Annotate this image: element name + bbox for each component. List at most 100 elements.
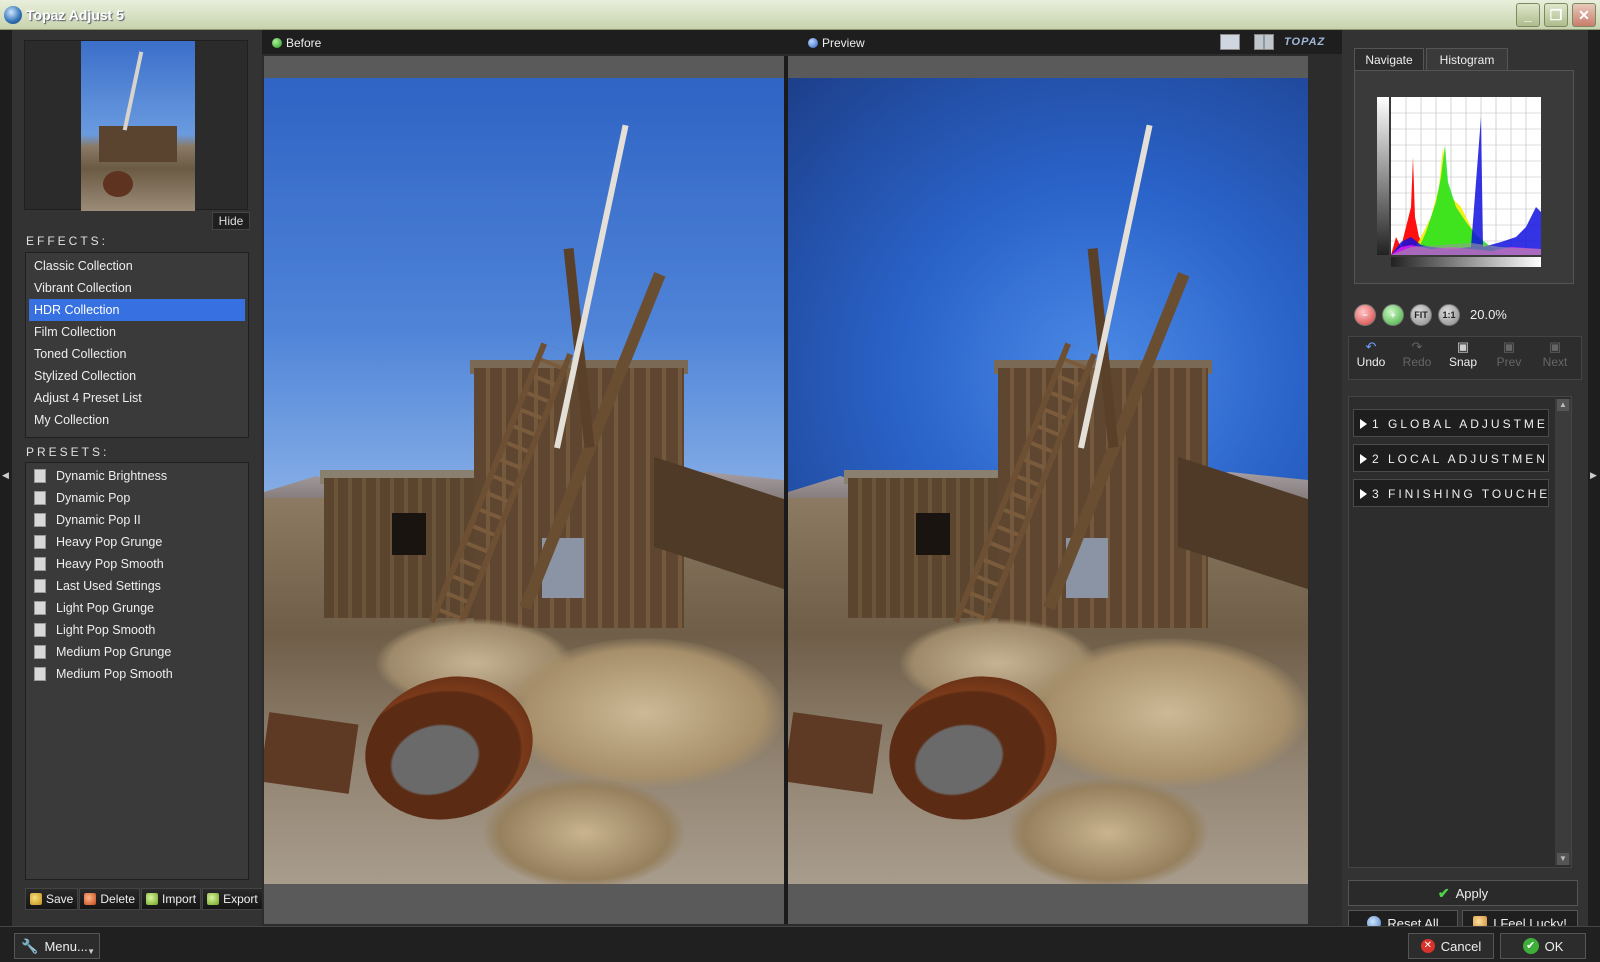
cancel-button[interactable]: ✕ Cancel <box>1408 933 1494 959</box>
preset-item[interactable]: Light Pop Smooth <box>26 619 248 641</box>
effect-item[interactable]: Adjust 4 Preset List <box>29 387 245 409</box>
adjustments-panel: 1 GLOBAL ADJUSTMENTS 2 LOCAL ADJUSTMENTS… <box>1348 396 1572 868</box>
preset-label: Light Pop Smooth <box>56 623 156 637</box>
preview-label: Preview <box>822 36 865 50</box>
local-adjustments-section[interactable]: 2 LOCAL ADJUSTMENTS <box>1353 444 1549 472</box>
before-pane[interactable] <box>264 56 784 924</box>
histogram <box>1377 97 1545 267</box>
preview-header: Before Preview TOPAZ <box>262 30 1342 54</box>
delete-preset-button[interactable]: Delete <box>79 888 141 910</box>
hide-thumbnail-button[interactable]: Hide <box>212 212 250 230</box>
thumbnail-box <box>24 40 248 211</box>
save-preset-button[interactable]: Save <box>25 888 79 910</box>
effect-item[interactable]: Film Collection <box>29 321 245 343</box>
collapse-right-icon: ▶ <box>1590 470 1597 480</box>
collapse-left-icon: ◀ <box>2 470 9 480</box>
histogram-graph <box>1391 97 1541 255</box>
preset-document-icon <box>34 513 46 527</box>
preset-item[interactable]: Last Used Settings <box>26 575 248 597</box>
undo-label: Undo <box>1356 355 1386 369</box>
export-preset-button[interactable]: Export <box>202 888 263 910</box>
preset-item[interactable]: Medium Pop Grunge <box>26 641 248 663</box>
histogram-horizontal-gradient <box>1391 257 1541 267</box>
cancel-label: Cancel <box>1440 938 1482 954</box>
preset-item[interactable]: Medium Pop Smooth <box>26 663 248 685</box>
preset-document-icon <box>34 491 46 505</box>
import-preset-button[interactable]: Import <box>141 888 202 910</box>
scroll-down-icon[interactable]: ▼ <box>1557 853 1569 865</box>
preset-item[interactable]: Dynamic Brightness <box>26 465 248 487</box>
preset-document-icon <box>34 469 46 483</box>
next-button[interactable]: ▣ Next <box>1533 339 1577 369</box>
zoom-actual-size-icon[interactable]: 1:1 <box>1438 304 1460 326</box>
preset-label: Heavy Pop Grunge <box>56 535 163 549</box>
effect-item[interactable]: Stylized Collection <box>29 365 245 387</box>
right-panel-collapse[interactable]: ▶ <box>1588 30 1600 926</box>
effects-heading: EFFECTS: <box>26 234 109 248</box>
preset-item[interactable]: Heavy Pop Smooth <box>26 553 248 575</box>
before-indicator-icon <box>272 38 282 48</box>
menu-label: Menu... <box>44 938 88 954</box>
preview-area: Before Preview TOPAZ <box>262 30 1342 926</box>
tab-histogram[interactable]: Histogram <box>1426 48 1508 70</box>
global-adjustments-section[interactable]: 1 GLOBAL ADJUSTMENTS <box>1353 409 1549 437</box>
minimize-button[interactable]: _ <box>1516 3 1540 27</box>
effect-item[interactable]: Toned Collection <box>29 343 245 365</box>
zoom-in-icon[interactable]: + <box>1382 304 1404 326</box>
title-bar: Topaz Adjust 5 _ ❐ ✕ <box>0 0 1600 30</box>
delete-preset-label: Delete <box>100 892 136 906</box>
single-view-icon[interactable] <box>1220 34 1240 50</box>
close-button[interactable]: ✕ <box>1572 3 1596 27</box>
preset-button-bar: Save Delete Import Export <box>25 888 263 910</box>
history-toolbar: ↶ Undo ↷ Redo ▣ Snap ▣ Prev ▣ Next <box>1348 336 1582 380</box>
preset-item[interactable]: Heavy Pop Grunge <box>26 531 248 553</box>
maximize-button[interactable]: ❐ <box>1544 3 1568 27</box>
ok-check-icon: ✔ <box>1522 938 1539 954</box>
ok-button[interactable]: ✔ OK <box>1500 933 1586 959</box>
effect-item[interactable]: Vibrant Collection <box>29 277 245 299</box>
effect-item[interactable]: HDR Collection <box>29 299 245 321</box>
before-image[interactable] <box>264 78 784 884</box>
preset-document-icon <box>34 535 46 549</box>
zoom-out-icon[interactable]: − <box>1354 304 1376 326</box>
import-icon <box>146 893 159 905</box>
topaz-app-icon <box>4 6 22 24</box>
window-title: Topaz Adjust 5 <box>26 7 124 23</box>
effect-item[interactable]: My Collection <box>29 409 245 431</box>
next-icon: ▣ <box>1548 339 1562 354</box>
expand-arrow-icon <box>1360 489 1367 499</box>
apply-button[interactable]: ✔ Apply <box>1348 880 1578 906</box>
adjustments-scrollbar[interactable]: ▲ ▼ <box>1555 399 1571 865</box>
tab-navigate[interactable]: Navigate <box>1354 48 1424 70</box>
navigator-tabs: Navigate Histogram <box>1354 48 1574 284</box>
menu-button[interactable]: 🔧 Menu... ▼ <box>14 933 100 959</box>
global-adjustments-label: 1 GLOBAL ADJUSTMENTS <box>1372 417 1548 431</box>
preset-item[interactable]: Dynamic Pop II <box>26 509 248 531</box>
finishing-touches-section[interactable]: 3 FINISHING TOUCHES <box>1353 479 1549 507</box>
scroll-up-icon[interactable]: ▲ <box>1557 399 1569 411</box>
local-adjustments-label: 2 LOCAL ADJUSTMENTS <box>1372 452 1548 466</box>
preset-label: Dynamic Pop II <box>56 513 141 527</box>
checkmark-icon: ✔ <box>1437 884 1450 901</box>
snap-button[interactable]: ▣ Snap <box>1441 340 1485 369</box>
chevron-down-icon: ▼ <box>87 947 95 956</box>
zoom-controls: − + FIT 1:1 20.0% <box>1348 302 1582 328</box>
left-panel-collapse[interactable]: ◀ <box>0 30 12 926</box>
before-tab[interactable]: Before <box>266 33 321 53</box>
right-panel: Navigate Histogram − + FIT 1:1 20.0% ↶ U… <box>1342 30 1588 936</box>
preview-tab[interactable]: Preview <box>802 33 865 53</box>
prev-button[interactable]: ▣ Prev <box>1487 340 1531 369</box>
preset-label: Medium Pop Grunge <box>56 645 172 659</box>
histogram-panel <box>1354 70 1574 284</box>
preview-image[interactable] <box>788 78 1308 884</box>
undo-button[interactable]: ↶ Undo <box>1349 339 1393 369</box>
redo-button[interactable]: ↷ Redo <box>1395 340 1439 369</box>
preset-item[interactable]: Dynamic Pop <box>26 487 248 509</box>
split-view-icon[interactable] <box>1254 34 1274 50</box>
preset-document-icon <box>34 557 46 571</box>
zoom-fit-icon[interactable]: FIT <box>1410 304 1432 326</box>
undo-icon: ↶ <box>1365 339 1377 354</box>
preset-item[interactable]: Light Pop Grunge <box>26 597 248 619</box>
effect-item[interactable]: Classic Collection <box>29 255 245 277</box>
preview-pane[interactable] <box>788 56 1308 924</box>
